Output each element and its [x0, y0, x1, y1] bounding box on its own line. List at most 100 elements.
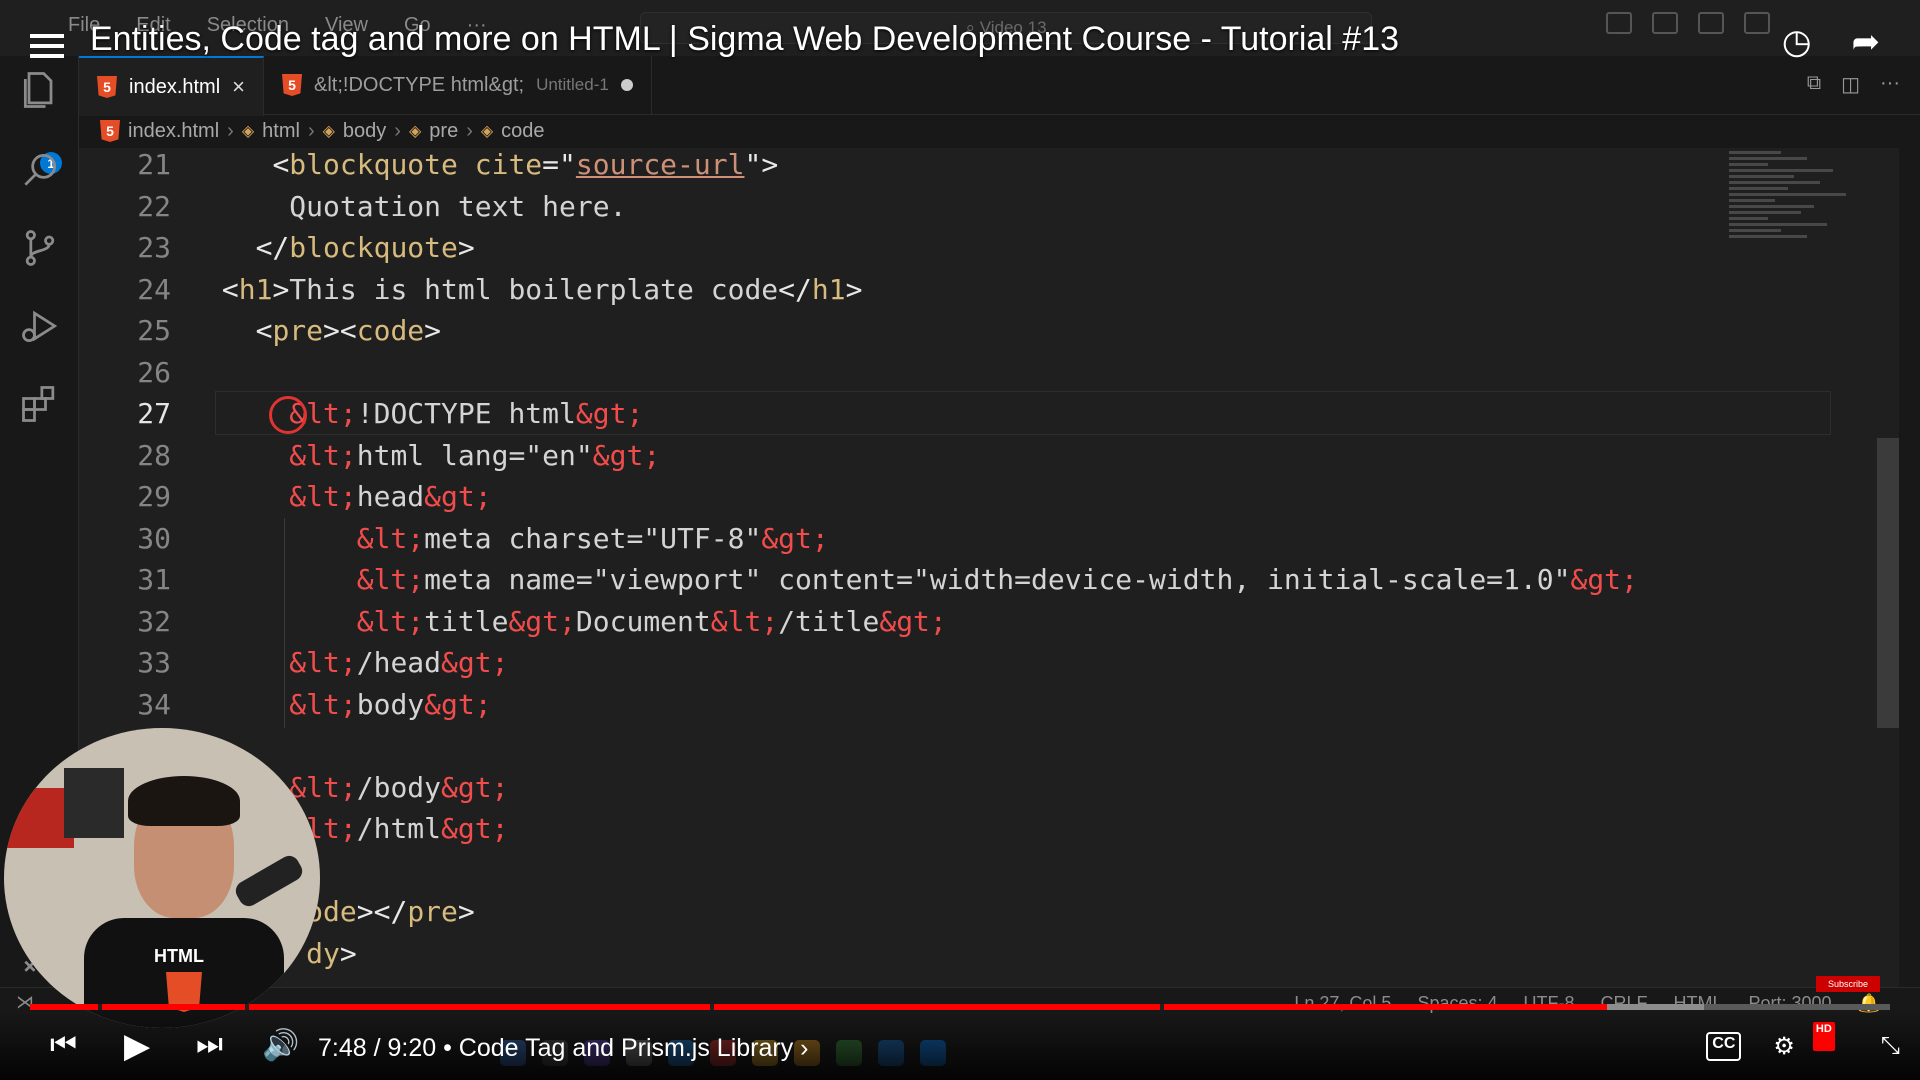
code-line[interactable] [79, 725, 1759, 767]
toggle-panel-icon[interactable] [1652, 12, 1678, 34]
code-token: > [845, 272, 863, 306]
breadcrumb-file[interactable]: index.html [128, 120, 219, 143]
playlist-menu-icon[interactable] [30, 28, 64, 64]
code-token: > [339, 936, 357, 970]
captions-icon[interactable]: CC [1706, 1032, 1742, 1061]
video-title[interactable]: Entities, Code tag and more on HTML | Si… [90, 20, 1399, 59]
next-icon[interactable]: ⏭ [196, 1028, 223, 1062]
code-token: &lt; [356, 604, 425, 638]
line-number: 32 [137, 604, 171, 638]
code-line[interactable]: 28 &lt;html lang="en"&gt; [79, 435, 1759, 477]
player-right-controls: CC ⚙ HD ⤡ [1706, 1022, 1900, 1061]
code-token: >< [323, 314, 357, 347]
run-debug-icon[interactable] [18, 304, 62, 348]
code-line[interactable]: lt;/html&gt; [79, 808, 1759, 850]
close-icon[interactable]: × [232, 74, 245, 100]
code-token: meta name="viewport" content="width=devi… [424, 563, 1571, 596]
volume-icon[interactable]: 🔊 [262, 1028, 299, 1063]
code-token: &lt; [289, 646, 357, 679]
open-preview-icon[interactable]: ⧉ [1807, 72, 1821, 97]
code-token: &gt; [1570, 563, 1638, 596]
line-number: 31 [137, 563, 171, 596]
explorer-icon[interactable] [18, 68, 62, 112]
watch-later-icon[interactable]: ◷ [1782, 22, 1812, 62]
chevron-right-icon: › [466, 119, 473, 142]
code-line[interactable]: 23 </blockquote> [79, 227, 1759, 269]
split-editor-icon[interactable]: ◫ [1841, 72, 1860, 97]
vertical-scrollbar[interactable] [1877, 438, 1899, 728]
line-number: 21 [137, 148, 171, 181]
code-token: &gt; [441, 646, 509, 679]
extensions-icon[interactable] [18, 382, 62, 426]
code-line[interactable]: 27 &lt;!DOCTYPE html&gt; [79, 393, 1759, 435]
line-number: 27 [137, 397, 171, 430]
code-editor[interactable]: 21 <blockquote cite="source-url"> 22 Quot… [79, 148, 1899, 1008]
breadcrumb-pre[interactable]: pre [429, 120, 458, 143]
code-line[interactable]: 32 &lt;title&gt;Document&lt;/title&gt; [79, 601, 1759, 643]
unsaved-dot-icon[interactable] [620, 79, 633, 91]
hd-badge: HD [1812, 1022, 1835, 1051]
code-line[interactable]: 29 &lt;head&gt; [79, 476, 1759, 518]
code-token: /title [778, 604, 880, 638]
code-line[interactable]: 21 <blockquote cite="source-url"> [79, 148, 1759, 186]
tab-label: index.html [129, 75, 221, 98]
more-actions-icon[interactable]: ··· [1880, 72, 1900, 97]
layout-controls [1606, 12, 1770, 34]
code-token: "> [744, 148, 779, 181]
line-number: 34 [137, 687, 171, 721]
tab-description: Untitled-1 [536, 75, 609, 94]
tab-index-html[interactable]: 5 index.html × [79, 56, 265, 116]
code-token: ></ [356, 895, 408, 928]
code-line[interactable]: ode></pre> [79, 891, 1759, 933]
subscribe-watermark[interactable]: Subscribe [1816, 976, 1880, 992]
search-icon[interactable] [18, 148, 62, 192]
element-icon: ◈ [241, 123, 255, 140]
line-number: 24 [137, 272, 171, 306]
progress-bar[interactable] [30, 1004, 1890, 1010]
minimap[interactable] [1729, 148, 1859, 278]
code-line[interactable]: 22 Quotation text here. [79, 186, 1759, 228]
exit-fullscreen-icon[interactable]: ⤡ [1881, 1032, 1900, 1061]
code-line[interactable] [79, 850, 1759, 892]
breadcrumb-html[interactable]: html [262, 120, 300, 143]
element-icon: ◈ [322, 123, 335, 140]
breadcrumb-code[interactable]: code [501, 120, 544, 143]
play-icon[interactable]: ▶ [124, 1026, 150, 1066]
webcam-overlay: HTML [4, 728, 320, 1028]
line-number: 30 [137, 521, 171, 555]
customize-layout-icon[interactable] [1744, 12, 1770, 34]
code-line[interactable]: 26 [79, 352, 1759, 394]
tab-actions: ⧉ ◫ ··· [1807, 72, 1900, 97]
settings-icon[interactable]: ⚙ [1773, 1032, 1795, 1061]
breadcrumb-body[interactable]: body [343, 120, 386, 143]
html5-icon: 5 [282, 74, 303, 96]
chevron-right-icon: › [307, 119, 315, 142]
code-line[interactable]: 24 <h1>This is html boilerplate code</h1… [79, 269, 1759, 311]
chapter-marker [245, 1004, 249, 1010]
share-icon[interactable]: ➦ [1852, 22, 1881, 62]
code-token: =" [542, 148, 576, 181]
code-token: &lt; [289, 438, 357, 472]
code-token: &gt; [879, 604, 947, 638]
code-token: blockquote [289, 148, 458, 181]
code-line[interactable]: 34 &lt;body&gt; [79, 684, 1759, 726]
element-icon: ◈ [480, 123, 494, 140]
chapter-title[interactable]: • Code Tag and Prism.js Library › [443, 1034, 808, 1062]
toggle-sidebar-icon[interactable] [1606, 12, 1632, 34]
previous-icon[interactable]: ⏮ [50, 1028, 77, 1062]
code-line[interactable]: 33 &lt;/head&gt; [79, 642, 1759, 684]
tab-untitled-1[interactable]: 5 &lt;!DOCTYPE html&gt; Untitled-1 [264, 56, 652, 114]
code-line[interactable]: 25 <pre><code> [79, 310, 1759, 352]
code-token: /body [356, 770, 442, 804]
code-line[interactable]: dy> [79, 933, 1759, 975]
code-line[interactable]: &lt;/body&gt; [79, 767, 1759, 809]
code-line[interactable]: 30 &lt;meta charset="UTF-8"&gt; [79, 518, 1759, 560]
source-control-icon[interactable] [18, 226, 62, 270]
code-line[interactable]: 31 &lt;meta name="viewport" content="wid… [79, 559, 1759, 601]
toggle-secondary-sidebar-icon[interactable] [1698, 12, 1724, 34]
code-token: pre [272, 314, 324, 347]
code-token: &gt; [761, 521, 829, 555]
